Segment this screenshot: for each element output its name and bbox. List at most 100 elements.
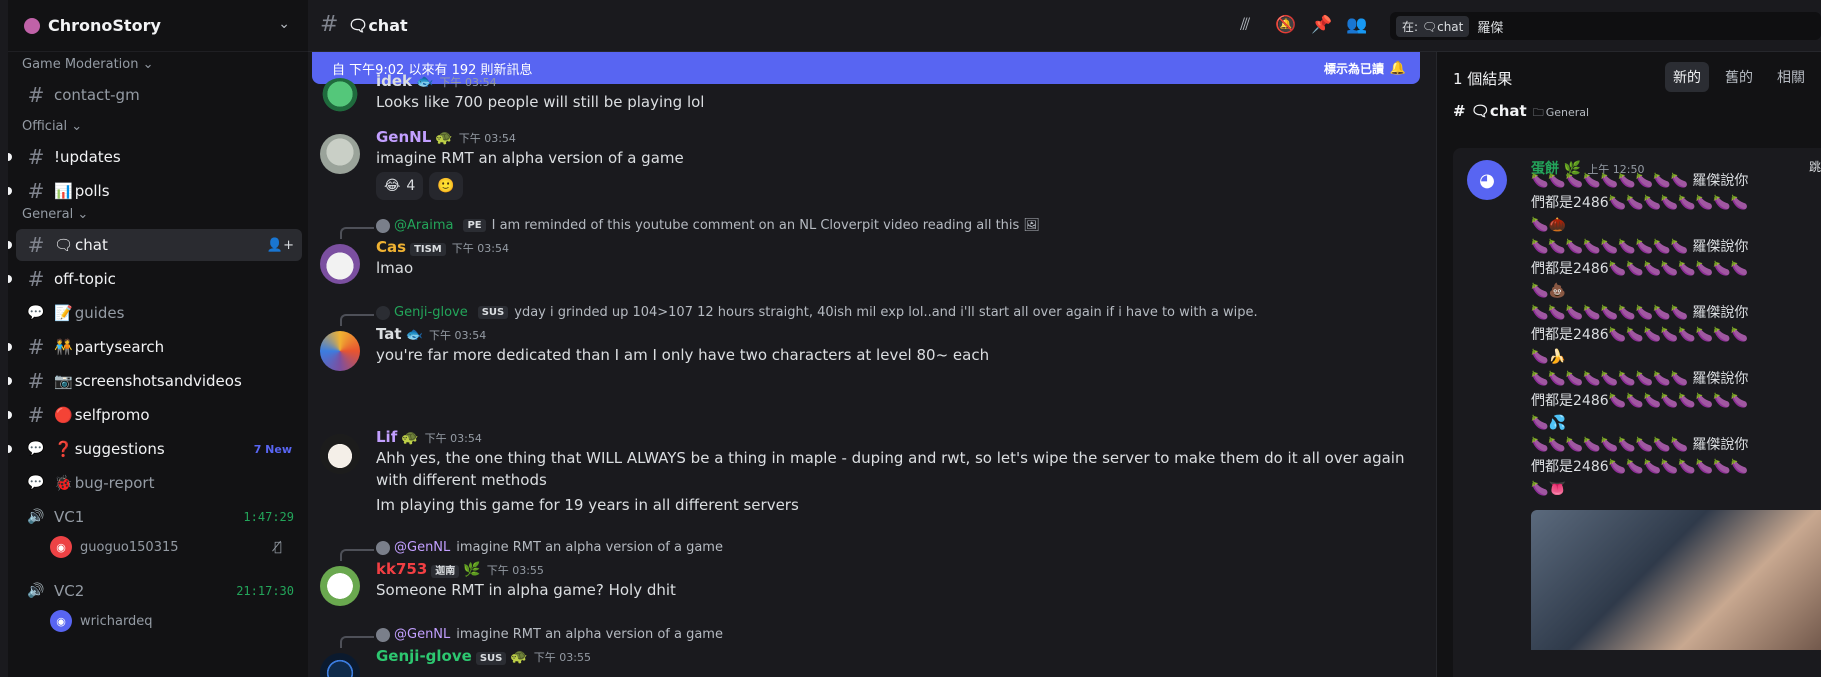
channel-selfpromo[interactable]: # 🔴 selfpromo — [8, 399, 302, 431]
channel-bug-report[interactable]: 💬 🐞 bug-report — [16, 467, 302, 499]
username[interactable]: Genji-glove SUS 🐢 下午 03:55 — [376, 647, 591, 665]
username-text: Cas — [376, 238, 407, 256]
avatar[interactable] — [320, 331, 360, 371]
search-box[interactable]: 在: 🗨chat — [1390, 12, 1821, 40]
channel-partysearch[interactable]: # 🧑‍🤝‍🧑 partysearch — [8, 331, 302, 363]
result-line: 們都是2486🍆🍆🍆🍆🍆🍆🍆🍆 — [1531, 393, 1749, 409]
message-text: Ahh yes, the one thing that WILL ALWAYS … — [376, 449, 1405, 489]
avatar[interactable] — [320, 78, 360, 118]
search-filter-chip[interactable]: 在: 🗨chat — [1396, 15, 1470, 37]
timestamp: 下午 03:54 — [451, 242, 509, 255]
result-line: 們都是2486🍆🍆🍆🍆🍆🍆🍆🍆 — [1531, 261, 1749, 277]
unread-indicator — [8, 275, 12, 283]
reply-preview[interactable]: @Araima PE I am reminded of this youtube c… — [376, 218, 1040, 233]
search-input[interactable] — [1477, 18, 1778, 34]
reply-preview[interactable]: Genji-glove SUS yday i grinded up 104>107 … — [376, 305, 1258, 320]
reply-avatar — [376, 627, 390, 642]
reply-text: I am reminded of this youtube comment on… — [491, 218, 1020, 233]
forum-icon: 💬 — [27, 305, 45, 321]
result-channel-name: # 🗨chat — [1453, 102, 1527, 120]
username[interactable]: Tat 🐟 下午 03:54 — [376, 325, 486, 343]
sort-relevant-tab[interactable]: 相關 — [1769, 62, 1813, 92]
notifications-muted-icon[interactable]: 🔕 — [1275, 15, 1296, 35]
result-line: 🍆🍆🍆🍆🍆🍆🍆🍆🍆 羅傑說你 — [1531, 305, 1749, 321]
message-text: imagine RMT an alpha version of a game — [376, 149, 684, 167]
mark-as-read-button[interactable]: 標示為已讀 — [1324, 60, 1384, 77]
voice-channel-vc1[interactable]: 🔊 VC1 1:47:29 — [16, 501, 302, 533]
add-reaction-icon: 🙂 — [437, 178, 455, 194]
reply-text: yday i grinded up 104>107 12 hours strai… — [514, 305, 1258, 320]
avatar[interactable] — [320, 434, 360, 474]
result-line: 們都是2486🍆🍆🍆🍆🍆🍆🍆🍆 — [1531, 327, 1749, 343]
result-phrase: 羅傑說你 — [1692, 437, 1749, 453]
message-text: lmao — [376, 259, 414, 277]
user-decoration: 🐟 — [416, 74, 434, 90]
channel-emoji: 📊 — [54, 182, 73, 200]
unread-indicator — [8, 411, 12, 419]
voice-channel-vc2[interactable]: 🔊 VC2 21:17:30 — [16, 575, 302, 607]
result-channel-group[interactable]: # 🗨chat 🗀 General — [1453, 102, 1589, 123]
channel-label: off-topic — [54, 270, 116, 288]
add-reaction-button[interactable]: 🙂 — [429, 172, 463, 200]
channel-emoji: 🗨 — [54, 236, 74, 254]
channel-off-topic[interactable]: # off-topic — [8, 263, 302, 295]
hash-icon: # — [27, 145, 45, 169]
hash-icon: # — [27, 335, 45, 359]
hash-icon: # — [27, 233, 45, 257]
username[interactable]: kk753 迦南 🌿 下午 03:55 — [376, 560, 544, 578]
avatar[interactable] — [320, 134, 360, 174]
category-game-moderation[interactable]: Game Moderation ⌄ — [22, 57, 154, 72]
channel-polls[interactable]: # 📊 polls — [8, 175, 302, 207]
avatar[interactable] — [320, 653, 360, 677]
channel-sidebar: ChronoStory ⌄ Game Moderation ⌄ # contact… — [8, 0, 308, 677]
username[interactable]: idek 🐟 下午 03:54 — [376, 72, 497, 90]
username[interactable]: Cas TISM 下午 03:54 — [376, 238, 509, 256]
avatar[interactable] — [320, 244, 360, 284]
channel-suggestions[interactable]: 💬 ❓ suggestions 7 New — [8, 433, 302, 465]
result-phrase: 們都是2486 — [1531, 195, 1609, 211]
result-emoji: 💦 — [1548, 415, 1566, 431]
result-phrase: 羅傑說你 — [1692, 371, 1749, 387]
channel-title: 🗨chat — [348, 16, 408, 35]
channel-updates[interactable]: # !updates — [8, 141, 302, 173]
unread-indicator — [8, 153, 12, 161]
pin-icon[interactable]: 📌 — [1311, 15, 1332, 35]
channel-screenshotsandvideos[interactable]: # 📷 screenshotsandvideos — [8, 365, 302, 397]
voice-user[interactable]: ◉ wrichardeq — [50, 607, 153, 635]
username[interactable]: Lif 🐢 下午 03:54 — [376, 428, 482, 446]
sort-oldest-tab[interactable]: 舊的 — [1717, 62, 1761, 92]
search-result-card[interactable]: ◕ 蛋餅 🌿上午 12:50 跳至 🍆🍆🍆🍆🍆🍆🍆🍆🍆 羅傑說你 們都是2486… — [1453, 148, 1821, 677]
username[interactable]: GenNL 🐢 下午 03:54 — [376, 128, 516, 146]
reply-text: imagine RMT an alpha version of a game — [456, 627, 723, 642]
discord-app: ChronoStory ⌄ Game Moderation ⌄ # contact… — [0, 0, 1821, 677]
unread-indicator — [8, 187, 12, 195]
threads-icon[interactable]: ⫻ — [1240, 15, 1250, 35]
reply-preview[interactable]: @GenNL imagine RMT an alpha version of a … — [376, 540, 723, 555]
server-tag: TISM — [410, 243, 446, 256]
result-category: General — [1545, 106, 1590, 119]
channel-guides[interactable]: 💬 📝 guides — [16, 297, 302, 329]
voice-timer: 1:47:29 — [243, 510, 294, 524]
add-user-icon[interactable]: 👤+ — [267, 238, 294, 253]
channel-contact-gm[interactable]: # contact-gm — [16, 79, 302, 111]
sort-newest-tab[interactable]: 新的 — [1665, 62, 1709, 92]
voice-user[interactable]: ◉ guoguo150315 🎙̸ — [50, 533, 282, 561]
user-decoration: 🐢 — [401, 430, 419, 446]
chevron-down-icon[interactable]: ⌄ — [278, 16, 290, 32]
member-list-icon[interactable]: 👥 — [1346, 15, 1367, 35]
jump-button[interactable]: 跳至 — [1809, 158, 1821, 175]
search-results-panel: 1 個結果 新的 舊的 相關 # 🗨chat 🗀 General ◕ 蛋餅 🌿 上午 … — [1436, 52, 1821, 677]
mute-icon: 🎙̸ — [274, 539, 282, 555]
category-general[interactable]: General ⌄ — [22, 207, 88, 222]
channel-label: contact-gm — [54, 86, 140, 104]
reaction-laugh[interactable]: 😂 4 — [376, 172, 424, 200]
attached-photo[interactable] — [1531, 510, 1821, 650]
reply-preview[interactable]: @GenNL imagine RMT an alpha version of a … — [376, 627, 723, 642]
category-official[interactable]: Official ⌄ — [22, 119, 82, 134]
server-header[interactable]: ChronoStory ⌄ — [8, 0, 308, 52]
result-line: 🍆🍆🍆🍆🍆🍆🍆🍆🍆 羅傑說你 — [1531, 173, 1749, 189]
channel-chat[interactable]: # 🗨 chat 👤+ — [8, 229, 302, 261]
reply-username: @Araima — [394, 218, 454, 233]
avatar[interactable] — [320, 566, 360, 606]
category-label: General — [22, 207, 74, 222]
